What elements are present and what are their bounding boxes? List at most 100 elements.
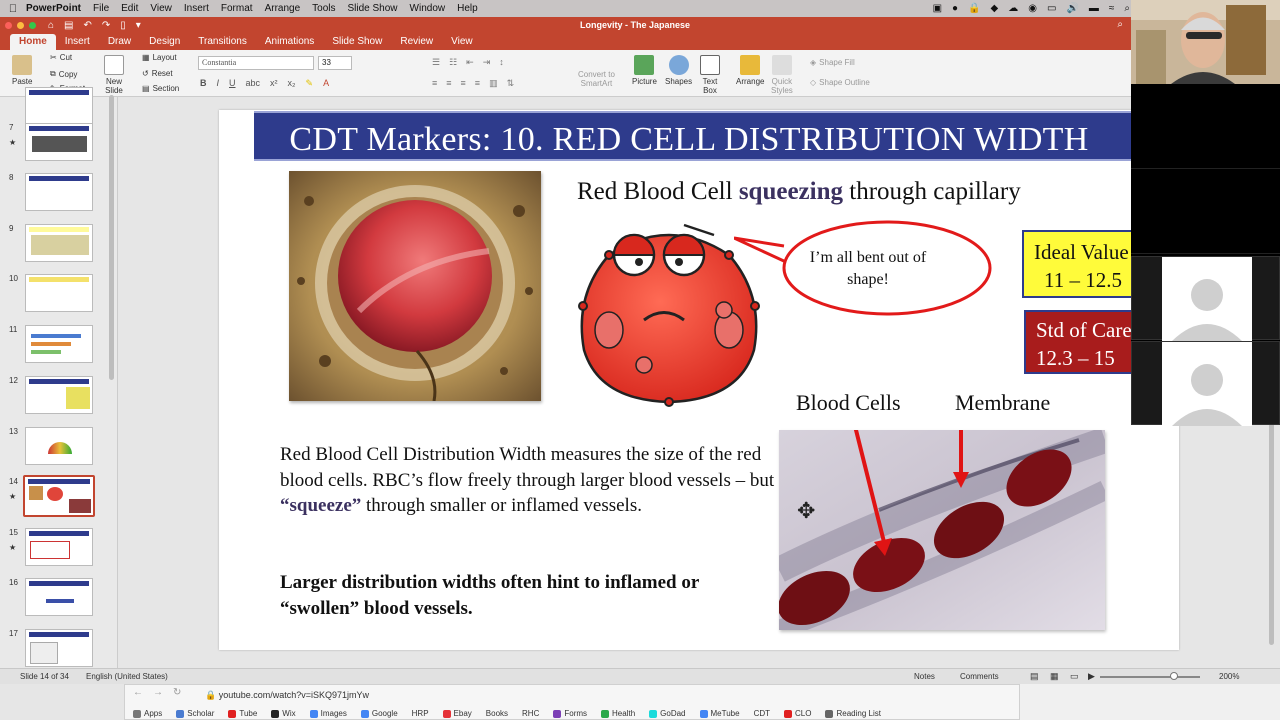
tab-insert[interactable]: Insert bbox=[56, 36, 99, 50]
display-icon[interactable]: ▭ bbox=[1047, 3, 1056, 14]
bookmark-health[interactable]: Health bbox=[601, 709, 635, 718]
thumbnail-row[interactable]: 10 bbox=[0, 274, 118, 324]
slide-thumbnail[interactable] bbox=[25, 87, 93, 125]
slide-thumbnail-current[interactable] bbox=[23, 475, 95, 517]
shape-fill-button[interactable]: ◈ Shape Fill bbox=[810, 58, 855, 67]
convert-smartart-button[interactable]: Convert to SmartArt bbox=[578, 70, 615, 88]
thumbnail-row[interactable]: 7 ★ bbox=[0, 123, 118, 173]
close-window-button[interactable] bbox=[5, 22, 12, 29]
paste-button[interactable]: Paste bbox=[12, 55, 32, 86]
bookmark-books[interactable]: Books bbox=[486, 709, 508, 718]
tab-draw[interactable]: Draw bbox=[99, 36, 140, 50]
comments-button[interactable]: Comments bbox=[960, 672, 999, 681]
slide-thumbnail[interactable] bbox=[25, 427, 93, 465]
slideshow-view-icon[interactable]: ▶ bbox=[1088, 671, 1095, 682]
customize-icon[interactable]: ▾ bbox=[136, 20, 141, 31]
zoom-slider-knob[interactable] bbox=[1170, 672, 1178, 680]
reload-icon[interactable]: ↻ bbox=[173, 687, 181, 698]
section-button[interactable]: ▤ Section bbox=[142, 84, 179, 93]
thumbnail-row[interactable]: 15 ★ bbox=[0, 528, 118, 578]
align-center-icon[interactable]: ≡ bbox=[446, 78, 451, 89]
search-icon[interactable]: ⌕ bbox=[1124, 3, 1130, 14]
thumbnail-row[interactable]: 9 bbox=[0, 224, 118, 274]
lock-icon[interactable]: 🔒 bbox=[968, 3, 980, 14]
menu-app-name[interactable]: PowerPoint bbox=[26, 3, 89, 14]
reading-view-icon[interactable]: ▭ bbox=[1070, 671, 1079, 682]
zoom-window-button[interactable] bbox=[29, 22, 36, 29]
title-search-icon[interactable]: ⌕ bbox=[1117, 19, 1123, 30]
font-size-select[interactable]: 33 bbox=[318, 56, 352, 70]
thumbnail-row[interactable]: 11 bbox=[0, 325, 118, 375]
body-bold-paragraph[interactable]: Larger distribution widths often hint to… bbox=[280, 570, 780, 621]
bookmark-cdt[interactable]: CDT bbox=[754, 709, 770, 718]
tab-home[interactable]: Home bbox=[10, 34, 56, 50]
back-icon[interactable]: ← bbox=[133, 687, 143, 698]
arrange-button[interactable]: Arrange bbox=[736, 55, 764, 86]
align-left-icon[interactable]: ≡ bbox=[432, 78, 437, 89]
home-icon[interactable]: ⌂ bbox=[48, 20, 54, 31]
slide-thumbnail[interactable] bbox=[25, 123, 93, 161]
bookmark-images[interactable]: Images bbox=[309, 709, 347, 718]
zoom-participant-tile[interactable] bbox=[1131, 256, 1280, 341]
zoom-level[interactable]: 200% bbox=[1219, 672, 1239, 681]
layout-button[interactable]: ▦ Layout bbox=[142, 53, 177, 62]
bookmark-rhc[interactable]: RHC bbox=[522, 709, 539, 718]
tab-slide-show[interactable]: Slide Show bbox=[323, 36, 391, 50]
dropbox-icon[interactable]: ◆ bbox=[991, 3, 999, 14]
bookmark-clo[interactable]: CLO bbox=[784, 709, 811, 718]
slide-title-bar[interactable]: CDT Markers: 10. RED CELL DISTRIBUTION W… bbox=[254, 111, 1179, 161]
notes-button[interactable]: Notes bbox=[914, 672, 935, 681]
slide-thumbnail[interactable] bbox=[25, 325, 93, 363]
thumbnail-row[interactable]: 8 bbox=[0, 173, 118, 223]
text-direction-icon[interactable]: ⇅ bbox=[507, 78, 515, 89]
slide-title[interactable]: CDT Markers: 10. RED CELL DISTRIBUTION W… bbox=[254, 121, 1124, 159]
speech-bubble-text[interactable]: I’m all bent out of shape! bbox=[793, 247, 943, 291]
undo-icon[interactable]: ↶ bbox=[84, 20, 92, 31]
cloud-icon[interactable]: ☁ bbox=[1008, 3, 1018, 14]
bookmark-ebay[interactable]: Ebay bbox=[442, 709, 472, 718]
slide-subheading[interactable]: Red Blood Cell squeezing through capilla… bbox=[577, 178, 1021, 206]
bookmark-hrp[interactable]: HRP bbox=[412, 709, 429, 718]
volume-icon[interactable]: 🔊 bbox=[1066, 3, 1078, 14]
wifi-icon[interactable]: ≈ bbox=[1109, 3, 1115, 14]
quick-styles-button[interactable]: Quick Styles bbox=[771, 55, 793, 95]
membrane-label[interactable]: Membrane bbox=[955, 390, 1050, 416]
menu-view[interactable]: View bbox=[150, 3, 180, 14]
thumbnail-row-selected[interactable]: 14 ★ bbox=[0, 475, 118, 527]
circle-icon[interactable]: ● bbox=[952, 3, 958, 14]
new-doc-icon[interactable]: ▯ bbox=[120, 20, 126, 31]
tab-transitions[interactable]: Transitions bbox=[189, 36, 256, 50]
sorter-view-icon[interactable]: ▦ bbox=[1050, 671, 1059, 682]
shape-outline-button[interactable]: ◇ Shape Outline bbox=[810, 78, 870, 87]
tab-review[interactable]: Review bbox=[391, 36, 442, 50]
shapes-button[interactable]: Shapes bbox=[665, 55, 692, 86]
record-icon[interactable]: ◉ bbox=[1028, 3, 1037, 14]
font-color-icon[interactable]: A bbox=[323, 78, 329, 89]
cut-button[interactable]: ✂ Cut bbox=[50, 53, 72, 62]
underline-icon[interactable]: U bbox=[229, 78, 236, 89]
bookmark-forms[interactable]: Forms bbox=[553, 709, 587, 718]
slide-thumbnail[interactable] bbox=[25, 376, 93, 414]
menu-help[interactable]: Help bbox=[457, 3, 486, 14]
minimize-window-button[interactable] bbox=[17, 22, 24, 29]
line-spacing-icon[interactable]: ↕ bbox=[499, 57, 504, 68]
menu-arrange[interactable]: Arrange bbox=[265, 3, 309, 14]
slide-thumbnail[interactable] bbox=[25, 274, 93, 312]
reset-button[interactable]: ↺ Reset bbox=[142, 69, 173, 78]
copy-button[interactable]: ⧉ Copy bbox=[50, 69, 77, 79]
tab-design[interactable]: Design bbox=[140, 36, 189, 50]
slide[interactable]: CDT Markers: 10. RED CELL DISTRIBUTION W… bbox=[219, 110, 1179, 650]
bookmark-metube[interactable]: MeTube bbox=[699, 709, 740, 718]
align-right-icon[interactable]: ≡ bbox=[461, 78, 466, 89]
slide-thumbnail[interactable] bbox=[25, 224, 93, 262]
apple-icon[interactable]:  bbox=[0, 3, 26, 15]
address-bar[interactable]: 🔒 youtube.com/watch?v=iSKQ971jmYw bbox=[193, 688, 983, 702]
zoom-slider[interactable] bbox=[1100, 676, 1200, 678]
menu-window[interactable]: Window bbox=[410, 3, 454, 14]
superscript-icon[interactable]: x² bbox=[270, 78, 278, 89]
thumbnail-scrollbar[interactable] bbox=[109, 95, 114, 380]
redo-icon[interactable]: ↷ bbox=[102, 20, 110, 31]
picture-button[interactable]: Picture bbox=[632, 55, 657, 86]
thumbnail-row[interactable]: 16 bbox=[0, 578, 118, 628]
language-indicator[interactable]: English (United States) bbox=[86, 672, 168, 681]
